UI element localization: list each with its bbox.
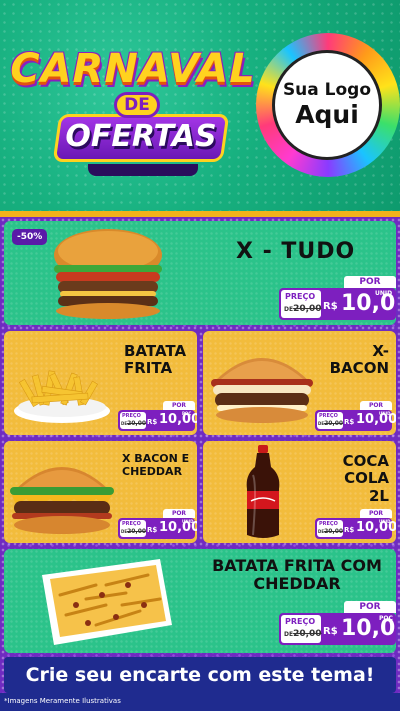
product-card-batata-cheddar[interactable]: BATATA FRITA COM CHEDDAR POR PREÇO DE20,… bbox=[4, 549, 396, 653]
logo-text-line2: Aqui bbox=[295, 100, 359, 129]
currency-symbol: R$ bbox=[323, 626, 338, 637]
create-flyer-cta-button[interactable]: Crie seu encarte com este tema! bbox=[4, 657, 396, 693]
old-price-box: PREÇO DE20,00 bbox=[317, 412, 343, 429]
price-tag: POR PREÇO DE20,00 R$ 10,00 UNID bbox=[315, 401, 396, 431]
old-price-box: PREÇO DE20,00 bbox=[281, 615, 322, 643]
logo-text-line1: Sua Logo bbox=[282, 80, 372, 100]
preco-label: PREÇO bbox=[122, 521, 141, 527]
unit-label: UNID bbox=[379, 411, 391, 416]
preco-label: PREÇO bbox=[122, 413, 141, 419]
price-por-label: POR bbox=[163, 401, 195, 410]
price-por-label: POR bbox=[344, 276, 396, 288]
product-card-coca-cola[interactable]: COCA COLA 2L POR PREÇO DE20,00 R$ 10,00 … bbox=[203, 441, 396, 543]
currency-symbol: R$ bbox=[344, 418, 355, 426]
fries-image bbox=[14, 370, 110, 423]
product-card-x-bacon-cheddar[interactable]: X BACON E CHEDDAR POR PREÇO DE20,00 R$ 1… bbox=[4, 441, 197, 543]
currency-symbol: R$ bbox=[344, 526, 355, 534]
price-por-label: POR bbox=[163, 509, 195, 518]
product-card-x-bacon[interactable]: X- BACON POR PREÇO DE20,00 R$ 10,00 UNID bbox=[203, 331, 396, 435]
product-name: COCA COLA 2L bbox=[342, 452, 389, 505]
unit-label: UNID bbox=[182, 519, 194, 524]
old-price: DE20,00 bbox=[318, 528, 344, 535]
currency-symbol: R$ bbox=[147, 526, 158, 534]
cheddar-burger-image bbox=[10, 467, 114, 534]
old-price: DE20,00 bbox=[318, 420, 344, 427]
unit-label: UNID bbox=[379, 519, 391, 524]
discount-badge: -50% bbox=[12, 229, 48, 245]
price-por-label: POR bbox=[360, 401, 392, 410]
cheddar-fries-image bbox=[42, 559, 172, 645]
current-price: 10,00 bbox=[159, 412, 197, 427]
product-name: X- BACON bbox=[329, 342, 389, 378]
currency-symbol: R$ bbox=[323, 301, 338, 312]
price-tag: POR PREÇO DE20,00 R$ 10,00 POÇ bbox=[279, 601, 396, 645]
preco-label: PREÇO bbox=[285, 292, 316, 301]
carnaval-title-logo: CARNAVAL DE OFERTAS bbox=[8, 46, 258, 176]
old-price-box: PREÇO DE20,00 bbox=[317, 520, 343, 537]
images-disclaimer: *Imagens Meramente Ilustrativas bbox=[4, 697, 121, 705]
price-por-label: POR bbox=[344, 601, 396, 613]
price-tag: POR PREÇO DE20,00 R$ 10,00 UNID bbox=[118, 509, 197, 539]
old-price-box: PREÇO DE20,00 bbox=[120, 412, 146, 429]
product-name: BATATA FRITA bbox=[124, 342, 187, 378]
old-price: DE20,00 bbox=[284, 304, 322, 314]
old-price-box: PREÇO DE20,00 bbox=[281, 290, 322, 318]
currency-symbol: R$ bbox=[147, 418, 158, 426]
header-banner: CARNAVAL DE OFERTAS Sua Logo Aqui bbox=[0, 0, 400, 217]
preco-label: PREÇO bbox=[319, 521, 338, 527]
price-tag: POR PREÇO DE20,00 R$ 10,00 UNID bbox=[279, 276, 396, 320]
product-name: X BACON E CHEDDAR bbox=[122, 452, 190, 478]
old-price: DE20,00 bbox=[121, 420, 147, 427]
logo-placeholder[interactable]: Sua Logo Aqui bbox=[272, 50, 382, 160]
old-price: DE20,00 bbox=[284, 629, 322, 639]
old-price: DE20,00 bbox=[121, 528, 147, 535]
price-tag: POR PREÇO DE20,00 R$ 10,00 POÇ bbox=[118, 401, 197, 431]
coke-bottle-image bbox=[246, 445, 280, 538]
price-por-label: POR bbox=[360, 509, 392, 518]
product-name: X - TUDO bbox=[236, 239, 356, 264]
burger-image bbox=[54, 229, 162, 319]
preco-label: PREÇO bbox=[319, 413, 338, 419]
unit-label: UNID bbox=[375, 290, 393, 297]
unit-label: POÇ bbox=[182, 411, 192, 416]
unit-label: POÇ bbox=[379, 615, 393, 622]
title-base-strip bbox=[88, 164, 198, 176]
product-name: BATATA FRITA COM CHEDDAR bbox=[212, 556, 382, 594]
bacon-burger-image bbox=[211, 358, 313, 423]
title-ofertas: OFERTAS bbox=[65, 119, 217, 154]
title-carnaval: CARNAVAL bbox=[10, 46, 256, 92]
product-card-batata-frita[interactable]: BATATA FRITA POR PREÇO DE20,00 R$ 10,00 … bbox=[4, 331, 197, 435]
old-price-box: PREÇO DE20,00 bbox=[120, 520, 146, 537]
preco-label: PREÇO bbox=[285, 617, 316, 626]
price-tag: POR PREÇO DE20,00 R$ 10,00 UNID bbox=[315, 509, 396, 539]
product-card-x-tudo[interactable]: -50% X - TUDO POR PREÇO DE20,00 R$ 10,00… bbox=[4, 221, 396, 325]
title-de: DE bbox=[114, 92, 160, 118]
